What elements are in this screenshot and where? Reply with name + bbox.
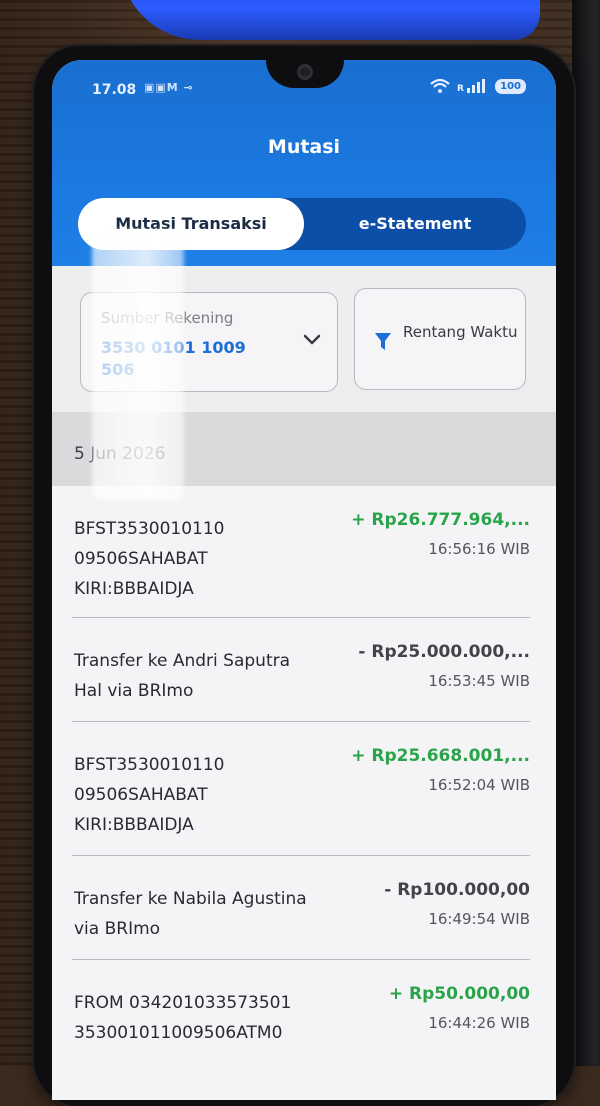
battery-icon: 100 xyxy=(495,78,526,94)
transaction-time: 16:56:16 WIB xyxy=(428,540,530,558)
transaction-row[interactable]: FROM 034201033573501 353001011009506ATM0… xyxy=(52,960,556,1100)
transaction-time: 16:52:04 WIB xyxy=(428,776,530,794)
svg-text:R: R xyxy=(457,84,464,93)
transaction-amount: + Rp25.668.001,... xyxy=(351,746,530,766)
transaction-row[interactable]: Transfer ke Nabila Agustina via BRImo - … xyxy=(52,856,556,960)
transaction-row[interactable]: Transfer ke Andri Saputra Hal via BRImo … xyxy=(52,618,556,722)
transaction-row[interactable]: BFST3530010110 09506SAHABAT KIRI:BBBAIDJ… xyxy=(52,722,556,856)
transaction-amount: - Rp100.000,00 xyxy=(384,880,530,900)
transaction-amount: + Rp26.777.964,... xyxy=(351,510,530,530)
page-title: Mutasi xyxy=(267,136,341,158)
notification-icons: ▣▣M ⊸ xyxy=(144,81,194,94)
tab-e-statement[interactable]: e-Statement xyxy=(304,198,526,250)
transaction-time: 16:44:26 WIB xyxy=(428,1014,530,1032)
transaction-description: Transfer ke Nabila Agustina via BRImo xyxy=(74,889,307,939)
transaction-amount: - Rp25.000.000,... xyxy=(358,642,530,662)
screen: 17.08 ▣▣M ⊸ R 100 Mutasi Mutasi Transaks… xyxy=(52,60,556,1100)
time-range-button[interactable]: Rentang Waktu xyxy=(354,288,526,390)
transaction-amount: + Rp50.000,00 xyxy=(388,984,530,1004)
filter-icon xyxy=(375,333,391,350)
transaction-description: Transfer ke Andri Saputra Hal via BRImo xyxy=(74,651,291,701)
side-device xyxy=(572,0,600,1066)
phone: 17.08 ▣▣M ⊸ R 100 Mutasi Mutasi Transaks… xyxy=(34,46,574,1106)
chevron-down-icon xyxy=(303,334,321,345)
transaction-time: 16:49:54 WIB xyxy=(428,910,530,928)
status-time: 17.08 xyxy=(92,82,137,98)
signal-icon: R xyxy=(457,79,486,93)
transaction-time: 16:53:45 WIB xyxy=(428,672,530,690)
blue-object xyxy=(120,0,540,40)
transaction-description: BFST3530010110 09506SAHABAT KIRI:BBBAIDJ… xyxy=(74,519,225,599)
transaction-description: BFST3530010110 09506SAHABAT KIRI:BBBAIDJ… xyxy=(74,755,225,835)
status-right: R 100 xyxy=(429,78,526,94)
transaction-row[interactable]: BFST3530010110 09506SAHABAT KIRI:BBBAIDJ… xyxy=(52,486,556,618)
camera-icon xyxy=(297,64,313,80)
transaction-description: FROM 034201033573501 353001011009506ATM0 xyxy=(74,993,292,1043)
time-range-label: Rentang Waktu xyxy=(403,323,518,341)
screen-glare xyxy=(92,230,184,500)
wifi-icon xyxy=(430,78,450,93)
